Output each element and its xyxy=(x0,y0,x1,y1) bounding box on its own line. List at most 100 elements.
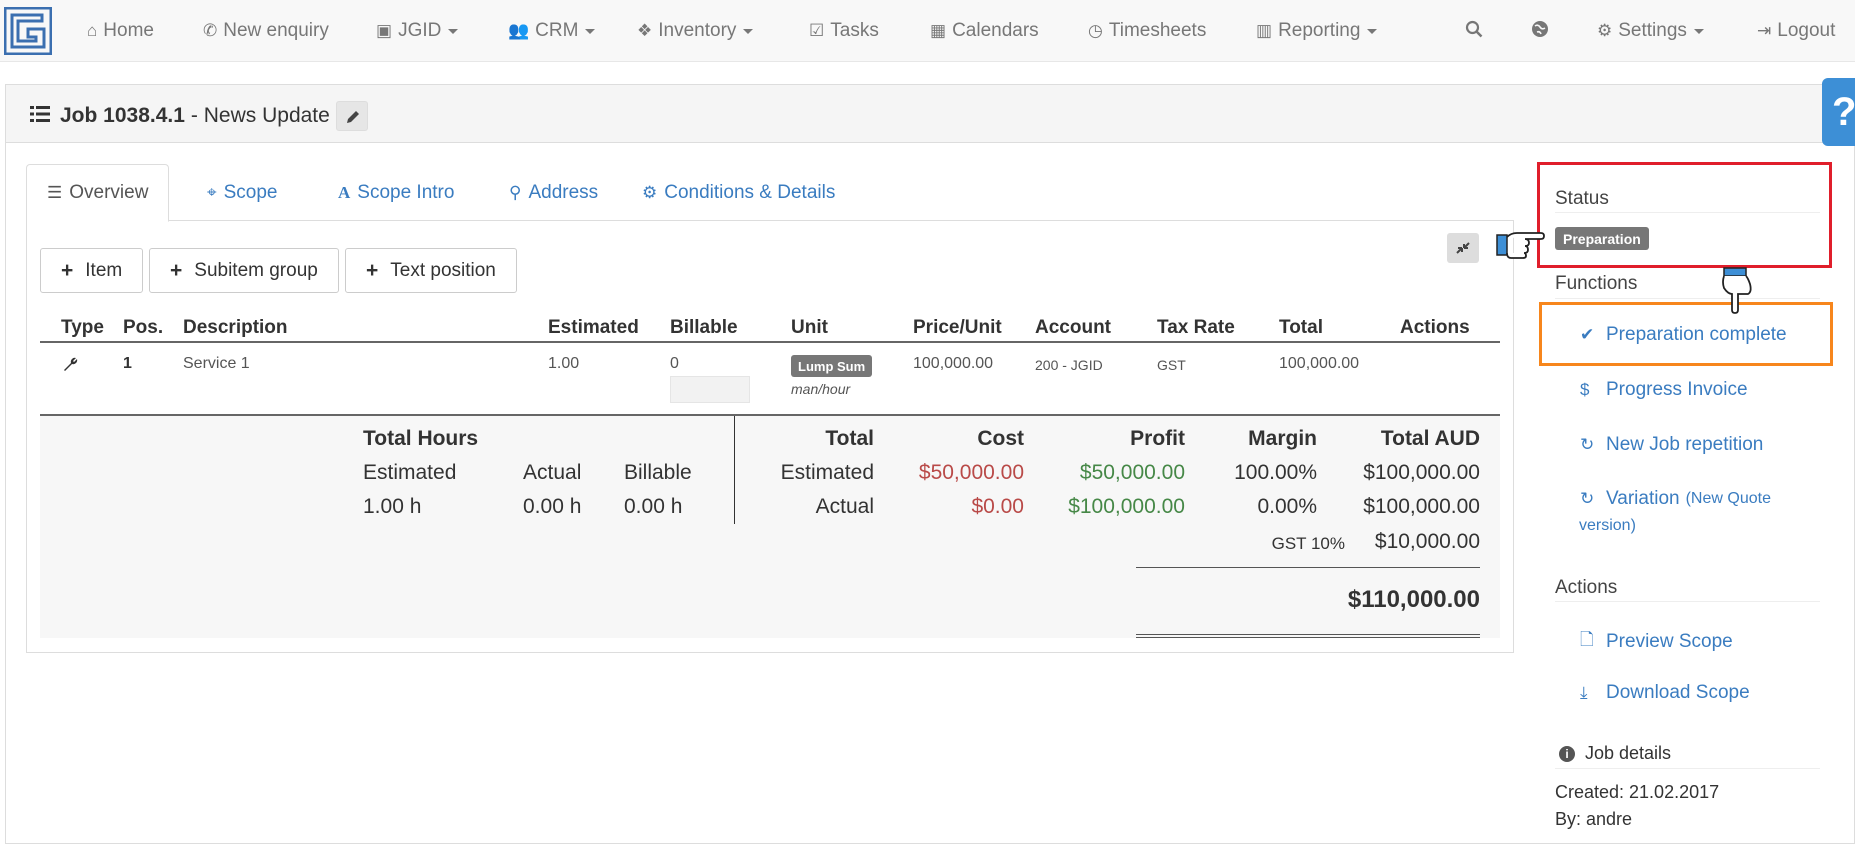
tab-scope-intro[interactable]: A Scope Intro xyxy=(338,164,454,221)
hours-label-actual: Actual xyxy=(523,461,582,484)
add-text-position-button[interactable]: + Text position xyxy=(345,248,517,293)
top-navbar: ⌂ Home ✆ New enquiry ▣ JGID 👥 CRM ❖ Inventory… xyxy=(0,0,1855,62)
created-by: By: andre xyxy=(1555,809,1633,829)
nav-settings[interactable]: ⚙ Settings xyxy=(1597,0,1704,62)
hours-label-billable: Billable xyxy=(624,461,692,484)
estimated-margin: 100.00% xyxy=(1234,461,1317,484)
nav-search[interactable] xyxy=(1465,0,1489,62)
edit-title-button[interactable] xyxy=(335,101,368,131)
dollar-icon: $ xyxy=(1580,380,1590,399)
estimated-cost: $50,000.00 xyxy=(918,461,1024,484)
clock-icon: ◷ xyxy=(1088,21,1103,40)
app-logo[interactable] xyxy=(3,6,53,56)
progress-invoice-link[interactable]: $ Progress Invoice xyxy=(1580,379,1748,401)
pencil-icon xyxy=(346,111,359,123)
tab-conditions-details[interactable]: ⚙ Conditions & Details xyxy=(642,164,835,221)
home-icon: ⌂ xyxy=(87,21,98,40)
hours-label-estimated: Estimated xyxy=(363,461,457,484)
col-description: Description xyxy=(183,317,288,338)
compress-icon xyxy=(1456,242,1470,254)
nav-jgid[interactable]: ▣ JGID xyxy=(376,0,459,62)
preview-scope-link[interactable]: 🗋 Preview Scope xyxy=(1580,627,1733,656)
chevron-down-icon xyxy=(448,28,459,34)
row-tax-rate[interactable]: GST xyxy=(1157,357,1186,373)
tab-address[interactable]: ⚲ Address xyxy=(509,164,598,221)
job-details-title: i Job details xyxy=(1559,743,1671,764)
row-pos: 1 xyxy=(123,355,132,372)
col-pos: Pos. xyxy=(123,317,164,338)
pointing-hand-down-icon xyxy=(1722,267,1752,314)
wrench-icon xyxy=(62,356,78,377)
globe-icon xyxy=(1531,20,1549,43)
created-date: Created: 21.02.2017 xyxy=(1555,782,1720,802)
cubes-icon: ❖ xyxy=(637,21,653,40)
actual-margin: 0.00% xyxy=(1257,495,1317,518)
variation-link[interactable]: ↻ Variation (New Quote xyxy=(1580,488,1771,510)
bar-chart-icon: ▥ xyxy=(1256,21,1273,40)
grand-total-rule xyxy=(1136,634,1480,638)
totals-divider xyxy=(734,416,735,524)
grand-total: $110,000.00 xyxy=(1347,586,1480,613)
totals-header-margin: Margin xyxy=(1248,427,1317,450)
actual-cost: $0.00 xyxy=(971,495,1024,518)
download-icon: ⤓ xyxy=(1580,683,1588,702)
job-number: Job 1038.4.1 xyxy=(60,104,185,127)
row-account[interactable]: 200 - JGID xyxy=(1035,357,1103,373)
hours-value-actual: 0.00 h xyxy=(523,495,582,518)
nav-logout[interactable]: ⇥ Logout xyxy=(1757,0,1835,62)
nav-calendars[interactable]: ▦ Calendars xyxy=(930,0,1039,62)
tab-overview[interactable]: ☰ Overview xyxy=(26,164,170,222)
nav-new-enquiry[interactable]: ✆ New enquiry xyxy=(203,0,329,62)
nav-timesheets[interactable]: ◷ Timesheets xyxy=(1088,0,1206,62)
col-unit: Unit xyxy=(791,317,828,338)
row-billable[interactable]: 0 xyxy=(670,355,679,373)
tab-scope[interactable]: ⌖ Scope xyxy=(207,164,277,221)
actual-total: $100,000.00 xyxy=(1363,495,1480,518)
nav-reporting[interactable]: ▥ Reporting xyxy=(1256,0,1378,62)
estimated-label: Estimated xyxy=(780,461,874,484)
add-item-button[interactable]: + Item xyxy=(40,248,144,293)
hours-value-billable: 0.00 h xyxy=(624,495,683,518)
font-icon: A xyxy=(338,182,351,202)
download-scope-link[interactable]: ⤓ Download Scope xyxy=(1580,682,1750,704)
list-ol-icon: ☰ xyxy=(47,183,63,202)
calendar-icon: ▦ xyxy=(930,21,947,40)
nav-home[interactable]: ⌂ Home xyxy=(87,0,154,62)
subtotal-rule xyxy=(1136,567,1480,568)
row-estimated[interactable]: 1.00 xyxy=(548,355,579,373)
col-estimated: Estimated xyxy=(548,317,639,338)
users-icon: 👥 xyxy=(508,21,530,40)
checkbox-icon: ☑ xyxy=(809,21,825,40)
col-actions: Actions xyxy=(1400,317,1470,338)
row-price-unit[interactable]: 100,000.00 xyxy=(913,355,993,373)
row-description[interactable]: Service 1 xyxy=(183,355,250,373)
add-subitem-group-button[interactable]: + Subitem group xyxy=(149,248,339,293)
chevron-down-icon xyxy=(585,28,596,34)
new-job-repetition-link[interactable]: ↻ New Job repetition xyxy=(1580,434,1763,456)
status-highlight-box xyxy=(1537,162,1832,268)
functions-title: Functions xyxy=(1555,273,1638,294)
estimated-total: $100,000.00 xyxy=(1363,461,1480,484)
file-pdf-icon: 🗋 xyxy=(1580,630,1594,649)
list-icon xyxy=(30,104,50,128)
function-highlight-box xyxy=(1539,302,1833,366)
variation-sub[interactable]: version) xyxy=(1579,517,1636,535)
col-account: Account xyxy=(1035,317,1111,338)
help-button[interactable]: ? xyxy=(1822,78,1855,146)
nav-tasks[interactable]: ☑ Tasks xyxy=(809,0,879,62)
nav-language[interactable] xyxy=(1531,0,1555,62)
job-tabs: ☰ Overview ⌖ Scope A Scope Intro ⚲ Address ⚙… xyxy=(26,164,1514,222)
crosshairs-icon: ⌖ xyxy=(207,182,217,202)
nav-crm[interactable]: 👥 CRM xyxy=(508,0,596,62)
nav-inventory[interactable]: ❖ Inventory xyxy=(637,0,754,62)
billable-input[interactable] xyxy=(670,376,750,403)
actions-title: Actions xyxy=(1555,577,1618,598)
chevron-down-icon xyxy=(1367,28,1378,34)
table-header-rule xyxy=(40,341,1500,343)
row-total: 100,000.00 xyxy=(1279,355,1360,372)
chevron-down-icon xyxy=(743,28,754,34)
col-tax-rate: Tax Rate xyxy=(1157,317,1235,338)
compress-button[interactable] xyxy=(1447,233,1479,263)
plus-icon: + xyxy=(170,258,183,282)
plus-icon: + xyxy=(366,258,379,282)
